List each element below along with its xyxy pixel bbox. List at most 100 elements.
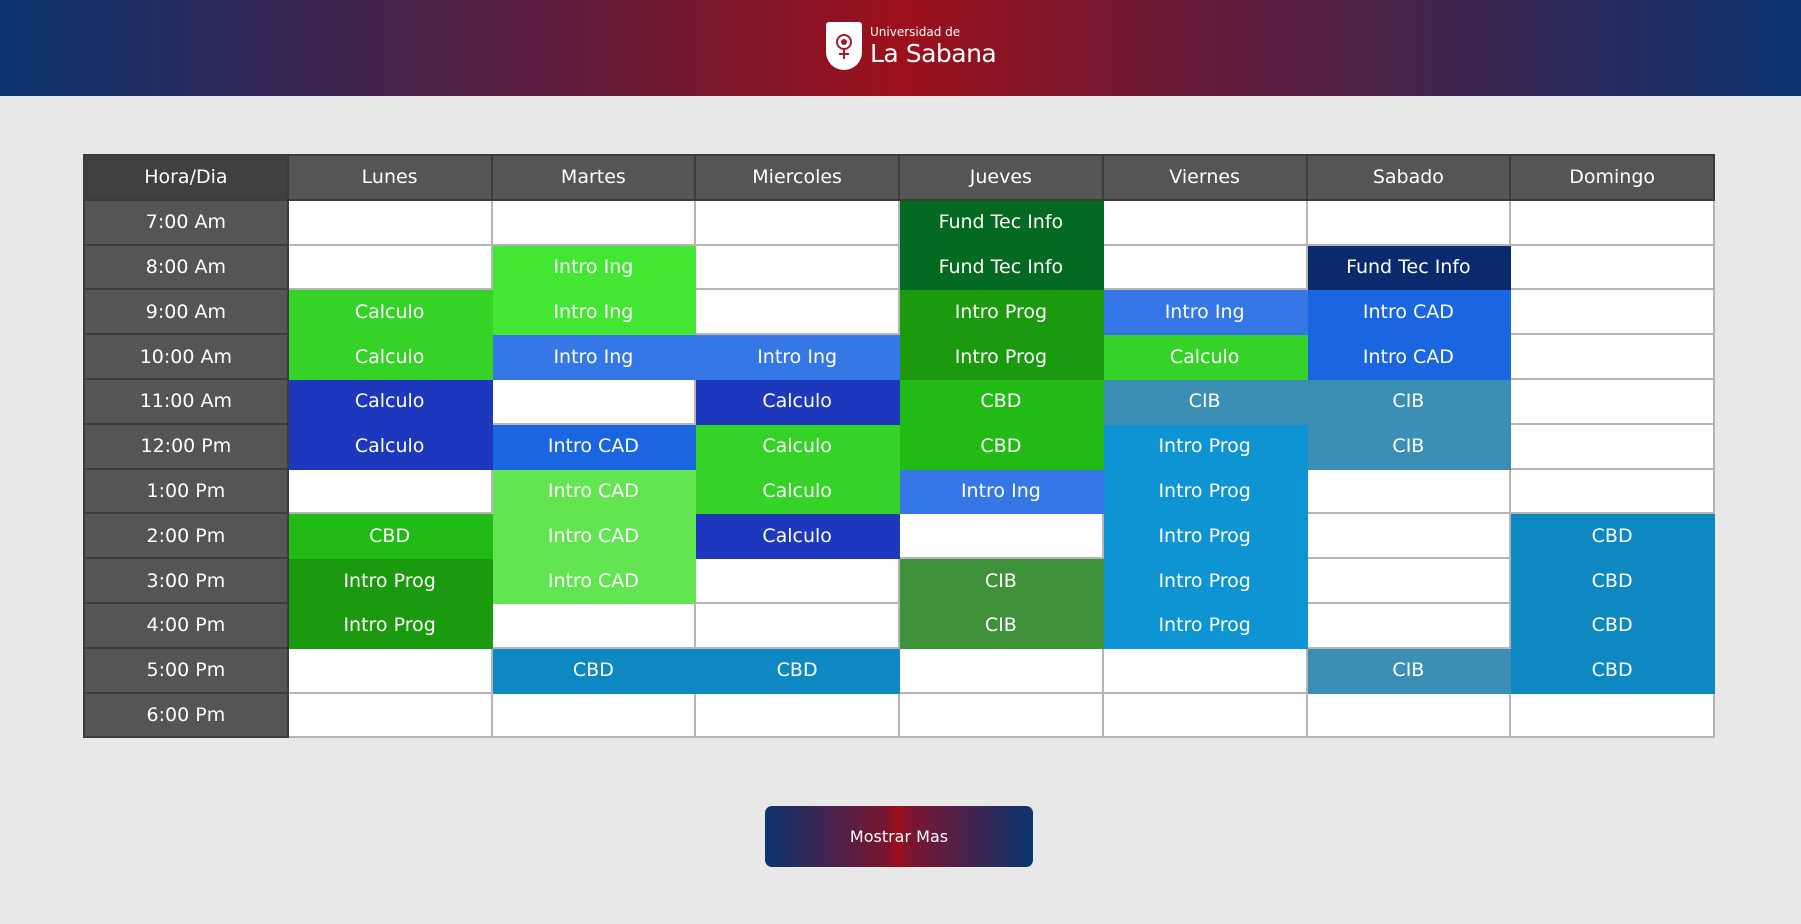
class-cell[interactable]: CIB xyxy=(1101,377,1308,425)
schedule-row: 9:00 Am Calculo Intro Ing Intro Prog Intro I… xyxy=(83,288,1715,336)
class-cell[interactable]: Calculo xyxy=(286,333,493,380)
class-cell[interactable]: CBD xyxy=(694,646,900,694)
hour-label: 3:00 Pm xyxy=(83,557,289,604)
empty-cell xyxy=(1509,467,1715,515)
class-cell[interactable]: CIB xyxy=(1305,422,1512,470)
class-cell[interactable]: Intro CAD xyxy=(490,512,697,560)
class-cell[interactable]: Calculo xyxy=(694,422,900,470)
logo-big-text: La Sabana xyxy=(870,39,997,68)
hour-label: 1:00 Pm xyxy=(83,467,289,515)
class-cell[interactable]: CBD xyxy=(1509,557,1715,604)
empty-cell xyxy=(1509,243,1715,291)
class-cell[interactable]: Calculo xyxy=(286,422,493,470)
class-cell[interactable]: Intro Prog xyxy=(1101,422,1308,470)
class-cell[interactable]: Intro Prog xyxy=(286,601,493,649)
schedule-table: Hora/Dia Lunes Martes Miercoles Jueves Viern… xyxy=(83,154,1715,739)
empty-cell xyxy=(1509,691,1715,739)
empty-cell xyxy=(1509,333,1715,380)
empty-cell xyxy=(694,243,900,291)
class-cell[interactable]: Intro CAD xyxy=(1305,288,1512,336)
class-cell[interactable]: Intro Ing xyxy=(490,333,697,380)
corner-header: Hora/Dia xyxy=(83,154,289,201)
empty-cell xyxy=(694,557,900,604)
class-cell[interactable]: Intro Prog xyxy=(286,557,493,604)
class-cell[interactable]: Intro Ing xyxy=(490,288,697,336)
class-cell[interactable]: Calculo xyxy=(694,377,900,425)
hour-label: 2:00 Pm xyxy=(83,512,289,560)
class-cell[interactable]: Calculo xyxy=(694,467,900,515)
class-cell[interactable]: Intro Ing xyxy=(490,243,697,291)
empty-cell xyxy=(1305,601,1512,649)
show-more-button[interactable]: Mostrar Mas xyxy=(765,806,1033,867)
schedule-row: 8:00 Am Intro Ing Fund Tec Info Fund Tec In… xyxy=(83,243,1715,291)
class-cell[interactable]: Intro CAD xyxy=(1305,333,1512,380)
class-cell[interactable]: Calculo xyxy=(694,512,900,560)
empty-cell xyxy=(694,288,900,336)
empty-cell xyxy=(1509,198,1715,246)
class-cell[interactable]: Intro Ing xyxy=(1101,288,1308,336)
day-header-lunes: Lunes xyxy=(286,154,493,201)
class-cell[interactable]: Intro CAD xyxy=(490,422,697,470)
class-cell[interactable]: CBD xyxy=(1509,512,1715,560)
class-cell[interactable]: CBD xyxy=(898,422,1104,470)
class-cell[interactable]: CBD xyxy=(1509,601,1715,649)
empty-cell xyxy=(1101,691,1308,739)
class-cell[interactable]: CBD xyxy=(286,512,493,560)
empty-cell xyxy=(490,198,697,246)
hour-label: 4:00 Pm xyxy=(83,601,289,649)
empty-cell xyxy=(1305,512,1512,560)
class-cell[interactable]: CIB xyxy=(898,557,1104,604)
schedule-row: 6:00 Pm xyxy=(83,691,1715,739)
empty-cell xyxy=(1509,377,1715,425)
empty-cell xyxy=(1305,198,1512,246)
empty-cell xyxy=(1101,198,1308,246)
schedule-row: 2:00 Pm CBD Intro CAD Calculo Intro Prog CBD xyxy=(83,512,1715,560)
class-cell[interactable]: Fund Tec Info xyxy=(898,198,1104,246)
class-cell[interactable]: Intro Prog xyxy=(1101,601,1308,649)
hour-label: 10:00 Am xyxy=(83,333,289,380)
hour-label: 5:00 Pm xyxy=(83,646,289,694)
day-header-domingo: Domingo xyxy=(1509,154,1715,201)
empty-cell xyxy=(490,601,697,649)
class-cell[interactable]: Calculo xyxy=(286,377,493,425)
empty-cell xyxy=(1101,646,1308,694)
university-logo[interactable]: Universidad de La Sabana xyxy=(826,22,997,70)
empty-cell xyxy=(490,691,697,739)
logo-wordmark: Universidad de La Sabana xyxy=(870,26,997,68)
day-header-jueves: Jueves xyxy=(898,154,1104,201)
class-cell[interactable]: Intro Prog xyxy=(898,288,1104,336)
class-cell[interactable]: Fund Tec Info xyxy=(1305,243,1512,291)
empty-cell xyxy=(694,691,900,739)
empty-cell xyxy=(286,243,493,291)
class-cell[interactable]: Intro Prog xyxy=(1101,557,1308,604)
class-cell[interactable]: CIB xyxy=(1305,377,1512,425)
class-cell[interactable]: Intro Ing xyxy=(694,333,900,380)
class-cell[interactable]: Calculo xyxy=(286,288,493,336)
class-cell[interactable]: Fund Tec Info xyxy=(898,243,1104,291)
class-cell[interactable]: CIB xyxy=(898,601,1104,649)
class-cell[interactable]: Intro CAD xyxy=(490,557,697,604)
class-cell[interactable]: CBD xyxy=(490,646,697,694)
class-cell[interactable]: Intro Prog xyxy=(1101,467,1308,515)
class-cell[interactable]: CBD xyxy=(898,377,1104,425)
schedule-body: 7:00 Am Fund Tec Info 8:00 Am Intro Ing Fund… xyxy=(83,198,1715,739)
empty-cell xyxy=(1509,288,1715,336)
empty-cell xyxy=(490,377,697,425)
class-cell[interactable]: Intro Prog xyxy=(1101,512,1308,560)
class-cell[interactable]: CBD xyxy=(1509,646,1715,694)
schedule-row: 10:00 Am Calculo Intro Ing Intro Ing Intro P… xyxy=(83,333,1715,380)
class-cell[interactable]: Intro Ing xyxy=(898,467,1104,515)
hour-label: 11:00 Am xyxy=(83,377,289,425)
hour-label: 6:00 Pm xyxy=(83,691,289,739)
class-cell[interactable]: CIB xyxy=(1305,646,1512,694)
class-cell[interactable]: Intro CAD xyxy=(490,467,697,515)
hour-label: 7:00 Am xyxy=(83,198,289,246)
schedule-row: 3:00 Pm Intro Prog Intro CAD CIB Intro Prog C… xyxy=(83,557,1715,604)
empty-cell xyxy=(1305,691,1512,739)
schedule-header-row: Hora/Dia Lunes Martes Miercoles Jueves Viern… xyxy=(83,154,1715,201)
class-cell[interactable]: Calculo xyxy=(1101,333,1308,380)
empty-cell xyxy=(1509,422,1715,470)
empty-cell xyxy=(1305,467,1512,515)
day-header-martes: Martes xyxy=(490,154,697,201)
class-cell[interactable]: Intro Prog xyxy=(898,333,1104,380)
